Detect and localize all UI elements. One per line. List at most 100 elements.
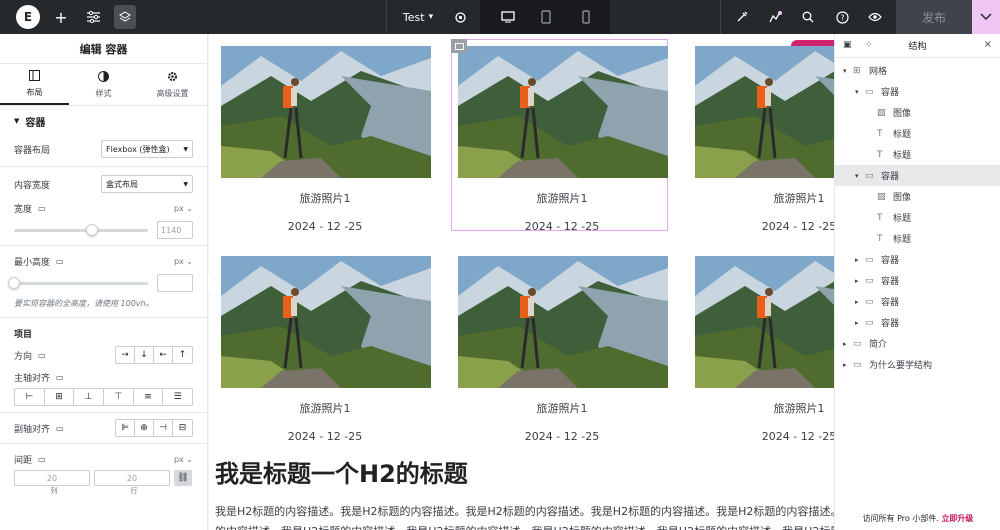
- unit-select[interactable]: px ⌄: [174, 204, 193, 213]
- photo-card[interactable]: 旅游照片1 2024 - 12 -25: [452, 250, 668, 443]
- caret-down-icon[interactable]: ▾: [855, 172, 865, 180]
- card-date[interactable]: 2024 - 12 -25: [452, 430, 672, 443]
- justify-start-button[interactable]: ⊢: [15, 389, 45, 405]
- structure-item[interactable]: ▸ ▭ 简介: [835, 333, 1000, 354]
- notifications-icon[interactable]: [766, 5, 784, 29]
- card-date[interactable]: 2024 - 12 -25: [452, 220, 672, 233]
- travel-photo[interactable]: [221, 46, 431, 178]
- content-width-select[interactable]: 盒式布局 ▼: [101, 175, 193, 193]
- card-date[interactable]: 2024 - 12 -25: [689, 430, 834, 443]
- structure-item[interactable]: ▸ ▭ 容器: [835, 270, 1000, 291]
- photo-card[interactable]: 旅游照片1 2024 - 12 -25: [215, 40, 431, 233]
- page-name-dropdown[interactable]: Test ▾: [398, 5, 438, 29]
- structure-item[interactable]: ▸ ▭ 容器: [835, 291, 1000, 312]
- structure-item[interactable]: ▨ 图像: [835, 186, 1000, 207]
- site-settings-icon[interactable]: [84, 5, 102, 29]
- travel-photo[interactable]: [695, 46, 834, 178]
- h2-heading[interactable]: 我是标题一个H2的标题: [215, 454, 468, 489]
- structure-item[interactable]: T 标题: [835, 123, 1000, 144]
- min-height-slider[interactable]: [8, 277, 148, 289]
- travel-photo[interactable]: [458, 46, 668, 178]
- align-stretch-button[interactable]: ⊟: [173, 420, 192, 436]
- structure-item[interactable]: ▾ ▭ 容器: [835, 165, 1000, 186]
- row-gap-input[interactable]: 20: [94, 470, 170, 486]
- desktop-icon[interactable]: [496, 5, 520, 29]
- container-layout-select[interactable]: Flexbox (弹性盒) ▼: [101, 140, 193, 158]
- tab-style[interactable]: 样式: [69, 64, 138, 105]
- photo-card[interactable]: 旅游照片1 2024 - 12 -25: [215, 250, 431, 443]
- structure-item[interactable]: ▸ ▭ 容器: [835, 312, 1000, 333]
- paragraph[interactable]: 我是H2标题的内容描述。我是H2标题的内容描述。我是H2标题的内容描述。我是H2…: [215, 502, 834, 530]
- align-start-button[interactable]: ⊫: [116, 420, 135, 436]
- tab-advanced[interactable]: 高级设置: [138, 64, 207, 105]
- structure-icon[interactable]: [114, 5, 136, 29]
- photo-card[interactable]: 旅游照片1 2024 - 12 -25: [689, 250, 834, 443]
- card-title[interactable]: 旅游照片1: [689, 190, 834, 206]
- publish-options-chevron-icon[interactable]: [972, 0, 1000, 34]
- ai-magic-icon[interactable]: [734, 5, 750, 29]
- mobile-icon[interactable]: [574, 5, 598, 29]
- panel-dock-icon[interactable]: ▣: [843, 40, 852, 50]
- caret-down-icon[interactable]: ▾: [855, 88, 865, 96]
- container-select-handle-icon[interactable]: [451, 39, 467, 53]
- search-icon[interactable]: [800, 5, 816, 29]
- width-slider[interactable]: [14, 224, 148, 236]
- card-title[interactable]: 旅游照片1: [689, 400, 834, 416]
- preview-eye-icon[interactable]: [866, 5, 884, 29]
- align-end-button[interactable]: ⊣: [154, 420, 173, 436]
- caret-right-icon[interactable]: ▸: [855, 256, 865, 264]
- direction-column-reverse-button[interactable]: ↑: [173, 347, 192, 363]
- caret-right-icon[interactable]: ▸: [855, 298, 865, 306]
- section-container-header[interactable]: ▼ 容器: [0, 106, 207, 136]
- card-date[interactable]: 2024 - 12 -25: [215, 430, 435, 443]
- justify-center-button[interactable]: ⊞: [45, 389, 75, 405]
- structure-item[interactable]: ▸ ▭ 容器: [835, 249, 1000, 270]
- add-element-icon[interactable]: +: [52, 5, 70, 29]
- structure-item[interactable]: T 标题: [835, 144, 1000, 165]
- unit-select[interactable]: px ⌄: [174, 455, 193, 464]
- structure-item[interactable]: ▾ ⊞ 网格: [835, 60, 1000, 81]
- structure-item[interactable]: ▾ ▭ 容器: [835, 81, 1000, 102]
- width-slider-handle[interactable]: [85, 224, 98, 236]
- direction-column-button[interactable]: ↓: [135, 347, 154, 363]
- direction-row-reverse-button[interactable]: ←: [154, 347, 173, 363]
- direction-row-button[interactable]: →: [116, 347, 135, 363]
- publish-button[interactable]: 发布: [896, 0, 972, 34]
- photo-card[interactable]: 旅游照片1 2024 - 12 -25: [689, 40, 834, 233]
- card-title[interactable]: 旅游照片1: [452, 190, 672, 206]
- close-icon[interactable]: ×: [984, 39, 992, 50]
- caret-right-icon[interactable]: ▸: [855, 319, 865, 327]
- help-icon[interactable]: ?: [834, 5, 850, 29]
- travel-photo[interactable]: [221, 256, 431, 388]
- structure-item[interactable]: T 标题: [835, 228, 1000, 249]
- unit-select[interactable]: px ⌄: [174, 257, 193, 266]
- caret-right-icon[interactable]: ▸: [843, 361, 853, 369]
- justify-space-between-button[interactable]: ⊤: [104, 389, 134, 405]
- link-values-icon[interactable]: ⛓: [174, 470, 192, 486]
- justify-space-evenly-button[interactable]: ☰: [163, 389, 192, 405]
- min-height-input[interactable]: [157, 274, 193, 292]
- structure-item[interactable]: ▸ ▭ 为什么要学结构: [835, 354, 1000, 375]
- photo-card[interactable]: 旅游照片1 2024 - 12 -25: [451, 39, 668, 233]
- column-gap-input[interactable]: 20: [14, 470, 90, 486]
- structure-item[interactable]: ▨ 图像: [835, 102, 1000, 123]
- caret-right-icon[interactable]: ▸: [843, 340, 853, 348]
- elementor-logo[interactable]: E: [16, 5, 40, 29]
- tablet-icon[interactable]: [534, 5, 558, 29]
- caret-down-icon[interactable]: ▾: [843, 67, 853, 75]
- card-title[interactable]: 旅游照片1: [215, 400, 435, 416]
- card-title[interactable]: 旅游照片1: [452, 400, 672, 416]
- structure-item[interactable]: T 标题: [835, 207, 1000, 228]
- width-input[interactable]: 1140: [157, 221, 193, 239]
- card-date[interactable]: 2024 - 12 -25: [689, 220, 834, 233]
- align-center-button[interactable]: ⊕: [135, 420, 154, 436]
- card-title[interactable]: 旅游照片1: [215, 190, 435, 206]
- card-date[interactable]: 2024 - 12 -25: [215, 220, 435, 233]
- min-height-slider-handle[interactable]: [8, 277, 20, 289]
- page-settings-gear-icon[interactable]: [452, 5, 468, 29]
- justify-end-button[interactable]: ⊥: [74, 389, 105, 405]
- justify-space-around-button[interactable]: ≡: [134, 389, 164, 405]
- upgrade-link[interactable]: 立即升级: [941, 514, 973, 523]
- travel-photo[interactable]: [458, 256, 668, 388]
- travel-photo[interactable]: [695, 256, 834, 388]
